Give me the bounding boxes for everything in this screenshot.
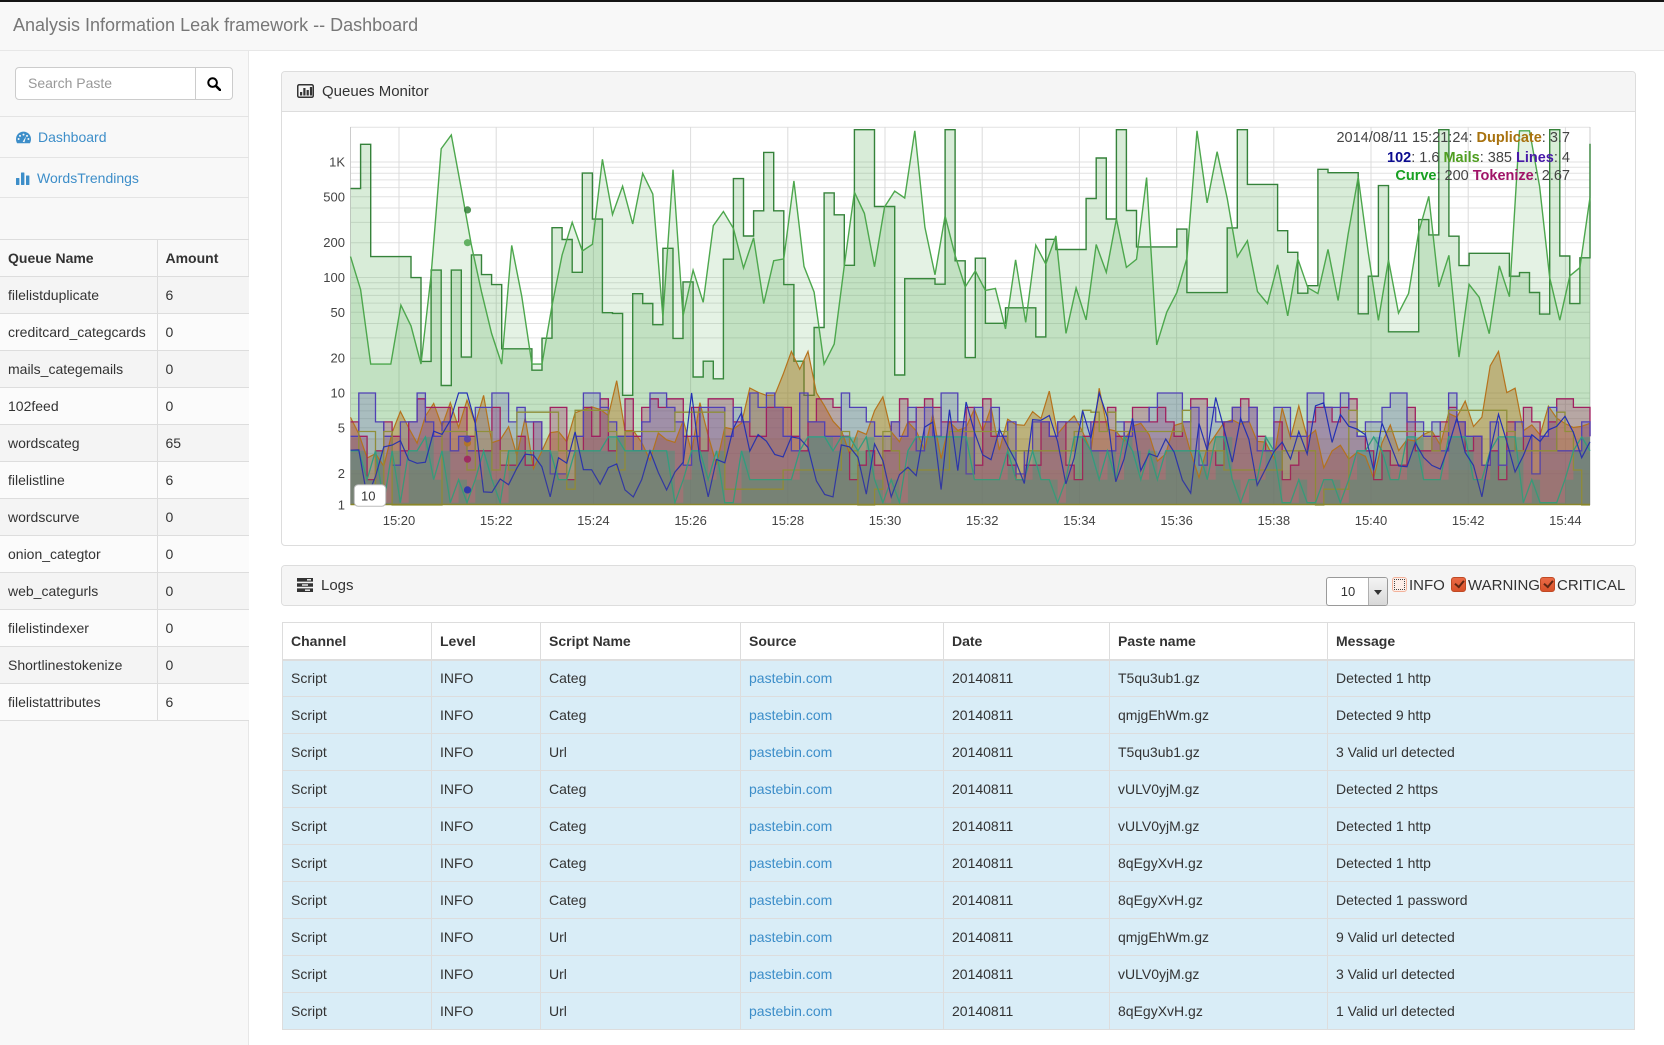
svg-text:15:36: 15:36 xyxy=(1160,513,1193,528)
svg-text:15:38: 15:38 xyxy=(1258,513,1291,528)
svg-text:2014/08/11 15:21:24: Duplicate: 2014/08/11 15:21:24: Duplicate: 3.7 xyxy=(1336,130,1570,146)
svg-text:100: 100 xyxy=(323,270,345,285)
svg-text:500: 500 xyxy=(323,189,345,204)
svg-text:10: 10 xyxy=(331,386,345,401)
svg-text:15:34: 15:34 xyxy=(1063,513,1096,528)
svg-text:10: 10 xyxy=(361,489,375,504)
svg-text:15:32: 15:32 xyxy=(966,513,999,528)
svg-text:15:20: 15:20 xyxy=(383,513,416,528)
svg-text:15:26: 15:26 xyxy=(674,513,707,528)
svg-text:2: 2 xyxy=(338,466,345,481)
svg-text:15:22: 15:22 xyxy=(480,513,513,528)
svg-text:50: 50 xyxy=(331,305,345,320)
svg-text:15:28: 15:28 xyxy=(772,513,805,528)
svg-text:1K: 1K xyxy=(329,155,345,170)
svg-text:Curve: 200 Tokenize: 2.67: Curve: 200 Tokenize: 2.67 xyxy=(1395,168,1570,184)
svg-text:15:42: 15:42 xyxy=(1452,513,1485,528)
svg-text:20: 20 xyxy=(331,351,345,366)
svg-text:200: 200 xyxy=(323,235,345,250)
svg-text:5: 5 xyxy=(338,420,345,435)
svg-text:15:30: 15:30 xyxy=(869,513,902,528)
svg-text:15:44: 15:44 xyxy=(1549,513,1582,528)
svg-text:102: 1.6 Mails: 385 Lines: 4: 102: 1.6 Mails: 385 Lines: 4 xyxy=(1387,150,1570,166)
svg-text:1: 1 xyxy=(338,498,345,513)
svg-text:15:24: 15:24 xyxy=(577,513,610,528)
svg-text:15:40: 15:40 xyxy=(1355,513,1388,528)
